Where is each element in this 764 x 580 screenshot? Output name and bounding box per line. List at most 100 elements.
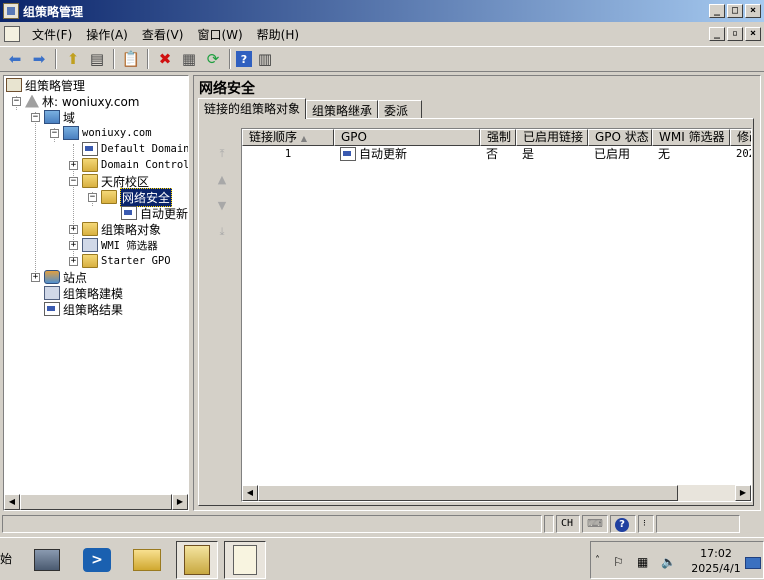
scroll-right-icon[interactable]: ▶: [172, 494, 188, 510]
menu-action[interactable]: 操作(A): [80, 26, 136, 43]
starter-gpo-folder-icon: [82, 254, 98, 268]
tree-node-gpo-auto-update[interactable]: 自动更新: [121, 205, 188, 221]
network-icon[interactable]: ▦: [637, 555, 648, 569]
expand-icon[interactable]: +: [31, 272, 40, 282]
gpmc-task-button[interactable]: [176, 541, 218, 579]
move-up-icon[interactable]: ▲: [213, 173, 231, 187]
collapse-icon[interactable]: −: [12, 96, 21, 106]
server-manager-button[interactable]: [26, 541, 68, 579]
show-hidden-icons-icon[interactable]: ˄: [595, 555, 600, 566]
tree-node-ou-network-security[interactable]: − 网络安全: [88, 187, 173, 207]
menu-window[interactable]: 窗口(W): [191, 26, 250, 43]
tree-node-domain-controllers[interactable]: + Domain Control: [69, 157, 188, 173]
menu-view[interactable]: 查看(V): [136, 26, 192, 43]
clipboard-icon[interactable]: 📋: [120, 48, 142, 70]
minimize-button[interactable]: _: [709, 4, 725, 18]
ime-indicator[interactable]: CH: [556, 515, 580, 533]
scroll-left-icon[interactable]: ◀: [4, 494, 20, 510]
delete-icon[interactable]: ✖: [154, 48, 176, 70]
scroll-right-icon[interactable]: ▶: [735, 485, 751, 501]
toolbar: ⬅ ➡ ⬆ ▤ 📋 ✖ ▦ ⟳ ? ▥: [0, 46, 764, 72]
scroll-thumb[interactable]: [258, 485, 678, 501]
mdi-restore-button[interactable]: ▫: [727, 27, 743, 41]
tree-node-sites[interactable]: + 站点: [31, 269, 87, 285]
tree-node-label: Default Domain: [101, 143, 189, 155]
menu-file[interactable]: 文件(F): [26, 26, 80, 43]
tree-node-gp-results[interactable]: 组策略结果: [44, 301, 123, 317]
cell-gpo: 自动更新: [334, 146, 480, 162]
clock[interactable]: 17:02 2025/4/1: [689, 546, 743, 576]
tree-node-gpo-objects[interactable]: + 组策略对象: [69, 221, 161, 237]
up-folder-icon[interactable]: ⬆: [62, 48, 84, 70]
close-button[interactable]: ×: [745, 4, 761, 18]
menu-help[interactable]: 帮助(H): [251, 26, 307, 43]
move-bottom-icon[interactable]: ⤓: [213, 225, 231, 239]
sites-icon: [44, 270, 60, 284]
tab-gp-inheritance[interactable]: 组策略继承: [306, 100, 379, 119]
gp-editor-task-button[interactable]: [224, 541, 266, 579]
ime-options-icon[interactable]: ⁝: [638, 515, 654, 533]
scroll-thumb[interactable]: [20, 494, 172, 510]
scroll-left-icon[interactable]: ◀: [242, 485, 258, 501]
tab-content: ⤒ ▲ ▼ ⤓ 链接顺序 ▲ GPO 强制 已启用链接 GPO 状态 WMI 筛…: [198, 118, 754, 506]
move-top-icon[interactable]: ⤒: [213, 147, 231, 161]
gpo-folder-icon: [82, 222, 98, 236]
keyboard-icon[interactable]: ⌨: [582, 515, 608, 533]
tree-node-forest[interactable]: − 林: woniuxy.com: [12, 93, 140, 109]
start-button[interactable]: 始: [0, 550, 12, 567]
expand-icon[interactable]: +: [69, 240, 78, 250]
tree-node-domain[interactable]: − woniuxy.com: [50, 125, 152, 141]
tree-horizontal-scrollbar[interactable]: ◀ ▶: [4, 494, 188, 510]
expand-icon[interactable]: +: [69, 160, 78, 170]
ou-folder-icon: [82, 174, 98, 188]
column-header-gpo[interactable]: GPO: [334, 129, 480, 146]
forward-arrow-icon[interactable]: ➡: [28, 48, 50, 70]
tree-node-label: 域: [63, 110, 76, 125]
results-icon: [44, 302, 60, 316]
ime-help-icon[interactable]: ?: [610, 515, 636, 533]
tree-node-gpmc-root[interactable]: 组策略管理: [6, 77, 85, 93]
column-header-gpo-status[interactable]: GPO 状态: [588, 129, 652, 146]
collapse-icon[interactable]: −: [50, 128, 59, 138]
flag-icon[interactable]: ⚐: [613, 555, 624, 569]
column-header-link-order[interactable]: 链接顺序 ▲: [242, 129, 334, 146]
help-icon[interactable]: ?: [236, 51, 252, 67]
tree-node-domains[interactable]: − 域: [31, 109, 75, 125]
explorer-button[interactable]: [126, 541, 168, 579]
collapse-icon[interactable]: −: [69, 176, 78, 186]
tree-node-default-domain-policy[interactable]: Default Domain: [82, 141, 189, 157]
status-text: [2, 515, 542, 533]
table-row[interactable]: 1 自动更新 否 是 已启用 无 202: [242, 146, 751, 162]
collapse-icon[interactable]: −: [31, 112, 40, 122]
move-down-icon[interactable]: ▼: [213, 199, 231, 213]
domains-folder-icon: [44, 110, 60, 124]
properties-icon[interactable]: ▦: [178, 48, 200, 70]
tree-node-starter-gpo[interactable]: + Starter GPO: [69, 253, 171, 269]
refresh-icon[interactable]: ⟳: [202, 48, 224, 70]
list-horizontal-scrollbar[interactable]: ◀ ▶: [242, 485, 751, 501]
column-header-modified[interactable]: 修改: [730, 129, 751, 146]
collapse-icon[interactable]: −: [88, 192, 97, 202]
mdi-close-button[interactable]: ×: [745, 27, 761, 41]
tab-delegation[interactable]: 委派: [378, 100, 423, 119]
column-header-enforced[interactable]: 强制: [480, 129, 516, 146]
expand-icon[interactable]: +: [69, 224, 78, 234]
linked-gpo-list: 链接顺序 ▲ GPO 强制 已启用链接 GPO 状态 WMI 筛选器 修改 1 …: [241, 128, 752, 502]
tree-node-label: 组策略管理: [25, 78, 86, 93]
document-icon[interactable]: [4, 26, 20, 42]
column-header-link-enabled[interactable]: 已启用链接: [516, 129, 588, 146]
mdi-minimize-button[interactable]: _: [709, 27, 725, 41]
show-hide-tree-icon[interactable]: ▤: [86, 48, 108, 70]
view-pane-icon[interactable]: ▥: [254, 48, 276, 70]
back-arrow-icon[interactable]: ⬅: [4, 48, 26, 70]
maximize-button[interactable]: □: [727, 4, 743, 18]
speaker-muted-icon[interactable]: 🔈: [661, 555, 676, 569]
gpo-link-icon: [82, 142, 98, 156]
tree-node-gp-modeling[interactable]: 组策略建模: [44, 285, 123, 301]
show-desktop-icon[interactable]: [745, 557, 761, 569]
powershell-button[interactable]: >: [76, 541, 118, 579]
tree-node-wmi-filters[interactable]: + WMI 筛选器: [69, 237, 158, 253]
tab-linked-gpos[interactable]: 链接的组策略对象: [198, 98, 307, 119]
expand-icon[interactable]: +: [69, 256, 78, 266]
column-header-wmi-filter[interactable]: WMI 筛选器: [652, 129, 730, 146]
